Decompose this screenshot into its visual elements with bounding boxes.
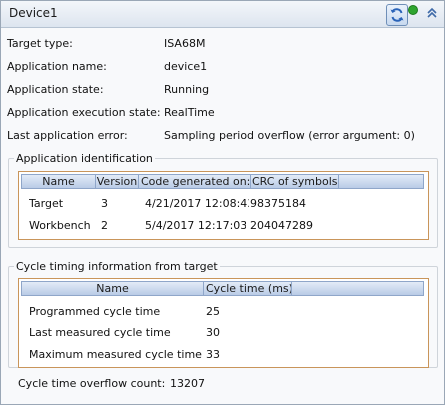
app-name-value: device1	[164, 60, 208, 73]
row-version: 3	[101, 197, 108, 210]
table-header: Name Version Code generated on: CRC of s…	[21, 174, 424, 189]
col-version[interactable]: Version	[96, 175, 139, 188]
app-state-value: Running	[164, 83, 210, 96]
row-name: Target	[29, 197, 64, 210]
col-code-generated[interactable]: Code generated on:	[139, 175, 251, 188]
exec-state-value: RealTime	[164, 106, 215, 119]
row-cycle-time: 33	[206, 348, 220, 361]
exec-state-label: Application execution state:	[7, 106, 161, 119]
table-header: Name Cycle time (ms)	[21, 281, 424, 296]
collapse-icon[interactable]	[425, 6, 439, 20]
last-error-label: Last application error:	[7, 129, 128, 142]
row-cycle-time: 30	[206, 326, 220, 339]
col-name[interactable]: Name	[22, 282, 204, 295]
overflow-count-label: Cycle time overflow count:	[18, 377, 166, 390]
refresh-button[interactable]	[386, 4, 408, 26]
col-cycle-time[interactable]: Cycle time (ms)	[204, 282, 292, 295]
row-name: Programmed cycle time	[29, 305, 161, 318]
last-error-value: Sampling period overflow (error argument…	[164, 129, 415, 142]
row-name: Last measured cycle time	[29, 326, 171, 339]
col-name[interactable]: Name	[22, 175, 96, 188]
row-cycle-time: 25	[206, 305, 220, 318]
overflow-count-value: 13207	[170, 377, 205, 390]
row-name: Maximum measured cycle time	[29, 348, 202, 361]
app-identification-table: Name Version Code generated on: CRC of s…	[18, 171, 429, 240]
panel-header: Device1	[1, 1, 444, 28]
col-crc[interactable]: CRC of symbols	[250, 175, 339, 188]
status-ok-icon	[408, 5, 418, 15]
row-name: Workbench	[29, 219, 91, 232]
app-state-label: Application state:	[7, 83, 104, 96]
row-crc: 98375184	[250, 197, 306, 210]
target-type-value: ISA68M	[164, 37, 206, 50]
row-version: 2	[101, 219, 108, 232]
app-name-label: Application name:	[7, 60, 107, 73]
panel-title: Device1	[9, 6, 58, 20]
cycle-timing-title: Cycle timing information from target	[14, 260, 220, 273]
refresh-icon	[390, 8, 404, 22]
cycle-timing-table: Name Cycle time (ms) Programmed cycle ti…	[18, 278, 429, 368]
row-crc: 204047289	[250, 219, 313, 232]
row-code-generated: 4/21/2017 12:08:43	[145, 197, 249, 210]
device-panel: Device1 Target type: ISA68M Application …	[0, 0, 445, 405]
target-type-label: Target type:	[7, 37, 73, 50]
row-code-generated: 5/4/2017 12:17:03 I	[145, 219, 246, 232]
app-identification-title: Application identification	[14, 152, 155, 165]
